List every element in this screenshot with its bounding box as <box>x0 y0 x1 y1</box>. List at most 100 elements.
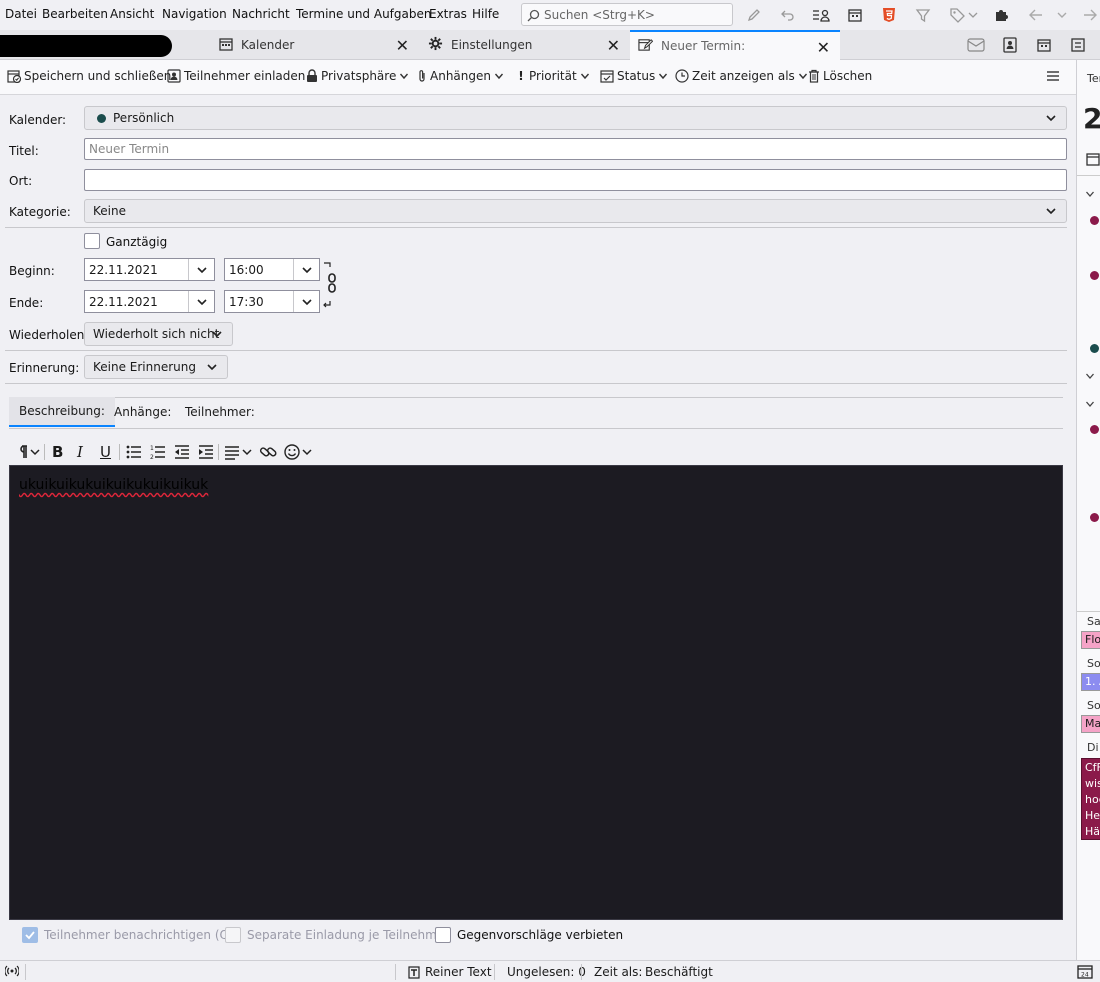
event-chip[interactable]: 1. A <box>1081 673 1100 691</box>
calendar-icon[interactable] <box>1086 152 1100 169</box>
description-editor[interactable]: ukuikuikukuikuikukuikuikuk <box>9 465 1063 920</box>
chevron-down-icon[interactable] <box>293 291 319 312</box>
attach-button[interactable]: Anhängen <box>417 69 504 83</box>
tab-description[interactable]: Beschreibung: <box>9 397 115 427</box>
tab-settings[interactable]: Einstellungen ✕ <box>420 30 630 60</box>
addons-icon[interactable] <box>991 5 1011 25</box>
start-time-value: 16:00 <box>229 263 264 277</box>
start-date-field[interactable]: 22.11.2021 <box>84 258 215 281</box>
italic-icon[interactable]: I <box>77 442 83 462</box>
separate-checkbox[interactable] <box>225 927 241 943</box>
bullet-list-icon[interactable] <box>126 442 142 462</box>
chevron-down-icon[interactable] <box>1085 188 1095 202</box>
chevron-down-icon[interactable] <box>1085 398 1095 412</box>
chevron-down-icon[interactable] <box>188 291 214 312</box>
divider <box>218 444 219 460</box>
status-button[interactable]: Status <box>600 69 668 83</box>
mail-icon[interactable] <box>966 35 986 55</box>
statusbar: Reiner Text Ungelesen: 0 Zeit als: Besch… <box>0 960 1100 982</box>
menu-ansicht[interactable]: Ansicht <box>110 7 154 21</box>
tab-attachments[interactable]: Anhänge: <box>114 397 171 427</box>
menu-navigation[interactable]: Navigation <box>162 7 227 21</box>
link-icon[interactable] <box>259 442 277 462</box>
tag-icon[interactable] <box>948 5 980 25</box>
filter-icon[interactable] <box>913 5 933 25</box>
tab-attendees[interactable]: Teilnehmer: <box>185 397 255 427</box>
end-date-field[interactable]: 22.11.2021 <box>84 290 215 313</box>
chevron-down-icon[interactable] <box>188 259 214 280</box>
separate-invitation-option[interactable]: Separate Einladung je Teilnehmer <box>225 927 449 943</box>
chevron-down-icon[interactable] <box>293 259 319 280</box>
counter-label: Gegenvorschläge verbieten <box>457 928 624 942</box>
pencil-icon[interactable] <box>744 5 764 25</box>
show-time-as-button[interactable]: Zeit anzeigen als <box>675 69 808 83</box>
priority-button[interactable]: ! Priorität <box>516 69 590 83</box>
close-icon[interactable]: ✕ <box>817 38 830 57</box>
menu-bearbeiten[interactable]: Bearbeiten <box>42 7 108 21</box>
event-chip[interactable]: Flo <box>1081 631 1100 649</box>
location-input[interactable] <box>85 170 1066 190</box>
tab-new-event-label: Neuer Termin: <box>661 39 746 53</box>
location-field[interactable] <box>84 169 1067 191</box>
end-time-field[interactable]: 17:30 <box>224 290 320 313</box>
outdent-icon[interactable] <box>174 442 190 462</box>
calendar-select[interactable]: Persönlich <box>84 106 1067 130</box>
indent-icon[interactable] <box>198 442 214 462</box>
connection-icon[interactable] <box>4 965 20 980</box>
notify-attendees-option[interactable]: Teilnehmer benachrichtigen (Q) <box>22 927 234 943</box>
html5-icon[interactable] <box>879 5 899 25</box>
underline-icon[interactable]: U <box>100 442 111 462</box>
calendar-icon[interactable] <box>1034 35 1054 55</box>
repeat-select[interactable]: Wiederholt sich nicht <box>84 322 233 346</box>
address-list-icon[interactable] <box>811 5 831 25</box>
counter-checkbox[interactable] <box>435 927 451 943</box>
delete-label: Löschen <box>823 69 873 83</box>
disallow-counter-option[interactable]: Gegenvorschläge verbieten <box>435 927 623 943</box>
event-line: hoc <box>1085 793 1100 806</box>
back-icon[interactable] <box>1026 5 1046 25</box>
event-block[interactable]: CfF wis hoc He Hä <box>1081 758 1100 840</box>
category-select[interactable]: Keine <box>84 199 1067 223</box>
undo-icon[interactable] <box>778 5 798 25</box>
privacy-button[interactable]: Privatsphäre <box>306 69 409 83</box>
title-input[interactable] <box>85 139 1066 159</box>
event-chip[interactable]: Ma <box>1081 715 1100 733</box>
delete-button[interactable]: Löschen <box>808 69 872 83</box>
event-line: CfF <box>1085 761 1100 774</box>
menu-nachricht[interactable]: Nachricht <box>232 7 290 21</box>
numbered-list-icon[interactable]: 12 <box>150 442 166 462</box>
calendar-icon[interactable] <box>845 5 865 25</box>
menu-termine[interactable]: Termine und Aufgaben <box>296 7 431 21</box>
tasks-icon[interactable] <box>1068 35 1088 55</box>
allday-checkbox[interactable] <box>84 233 100 249</box>
emoji-icon[interactable] <box>284 442 314 462</box>
plain-text-indicator[interactable]: Reiner Text <box>408 965 492 979</box>
tab-calendar[interactable]: Kalender ✕ <box>207 30 419 60</box>
calendar-icon[interactable]: 24 <box>1077 965 1093 982</box>
notify-checkbox[interactable] <box>22 927 38 943</box>
align-icon[interactable] <box>224 442 254 462</box>
menu-hilfe[interactable]: Hilfe <box>472 7 499 21</box>
forward-icon[interactable] <box>1080 5 1100 25</box>
hamburger-menu-icon[interactable] <box>1046 69 1060 83</box>
lock-icon <box>307 69 317 82</box>
start-time-field[interactable]: 16:00 <box>224 258 320 281</box>
today-pane-header: Ter <box>1087 72 1100 85</box>
search-input[interactable]: Suchen <Strg+K> <box>521 3 733 26</box>
reminder-select[interactable]: Keine Erinnerung <box>84 355 228 379</box>
invite-attendees-button[interactable]: Teilnehmer einladen <box>167 69 305 83</box>
save-close-button[interactable]: Speichern und schließen <box>7 69 171 83</box>
menu-datei[interactable]: Datei <box>5 7 37 21</box>
redacted-tab <box>0 35 172 57</box>
title-field[interactable] <box>84 138 1067 160</box>
history-dropdown-icon[interactable] <box>1052 5 1072 25</box>
close-icon[interactable]: ✕ <box>607 36 620 55</box>
menu-extras[interactable]: Extras <box>429 7 467 21</box>
tab-new-event[interactable]: Neuer Termin: ✕ <box>630 30 840 60</box>
bold-icon[interactable]: B <box>52 442 63 462</box>
paragraph-format-icon[interactable] <box>14 442 42 462</box>
link-times-icon[interactable] <box>322 261 338 314</box>
chevron-down-icon[interactable] <box>1085 370 1095 384</box>
close-icon[interactable]: ✕ <box>396 36 409 55</box>
address-book-icon[interactable] <box>1000 35 1020 55</box>
